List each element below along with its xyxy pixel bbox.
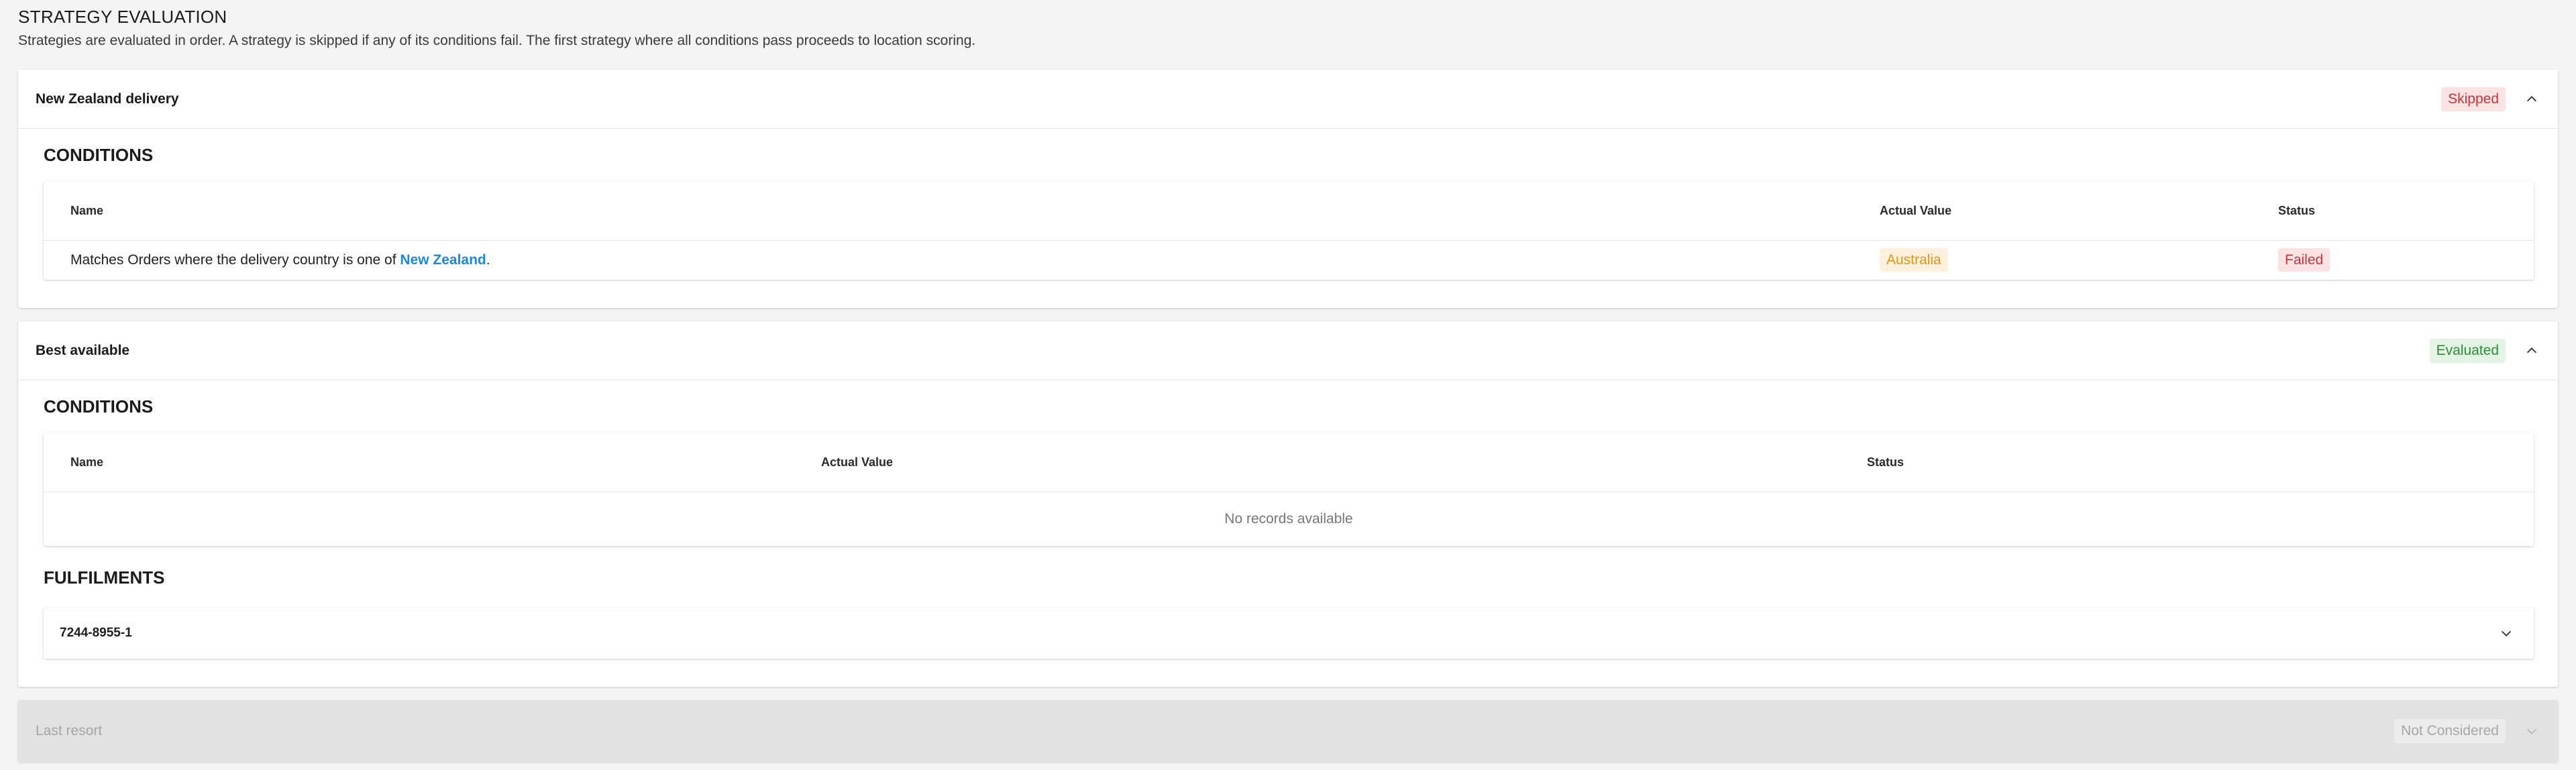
conditions-table: Name Actual Value Status Matches Orders … — [44, 181, 2534, 280]
conditions-table: Name Actual Value Status No records avai… — [44, 433, 2534, 546]
column-header-status: Status — [1867, 455, 1904, 469]
condition-text: Matches Orders where the delivery countr… — [70, 252, 400, 268]
chevron-down-icon[interactable] — [2498, 624, 2515, 642]
table-row: Matches Orders where the delivery countr… — [44, 241, 2534, 280]
condition-status-badge: Failed — [2278, 248, 2330, 272]
column-header-name: Name — [70, 455, 104, 469]
fulfilments-title: FULFILMENTS — [44, 567, 165, 588]
strategy-header[interactable]: Best available Evaluated — [18, 321, 2558, 380]
status-cell: Failed — [2278, 248, 2507, 272]
chevron-up-icon[interactable] — [2523, 342, 2540, 360]
strategy-header[interactable]: New Zealand delivery Skipped — [18, 70, 2558, 129]
status-badge: Evaluated — [2429, 338, 2506, 363]
page-title: STRATEGY EVALUATION — [18, 7, 227, 27]
conditions-title: CONDITIONS — [44, 145, 154, 165]
condition-name: Matches Orders where the delivery countr… — [70, 252, 1880, 268]
fulfilment-item[interactable]: 7244-8955-1 — [44, 608, 2534, 659]
actual-value-cell: Australia — [1880, 248, 2278, 272]
actual-value-badge: Australia — [1880, 248, 1948, 272]
column-header-status: Status — [2278, 203, 2316, 217]
strategy-body: CONDITIONS Name Actual Value Status No r… — [18, 380, 2558, 687]
table-header: Name Actual Value Status — [44, 433, 2534, 492]
table-header: Name Actual Value Status — [44, 181, 2534, 241]
condition-suffix: . — [486, 252, 490, 268]
strategy-header: Last resort Not Considered — [18, 700, 2558, 762]
strategy-name: Best available — [36, 342, 130, 358]
status-badge: Skipped — [2441, 87, 2506, 111]
page-description: Strategies are evaluated in order. A str… — [18, 33, 976, 48]
column-header-actual-value: Actual Value — [821, 455, 894, 469]
strategy-name: New Zealand delivery — [36, 91, 179, 107]
status-badge: Not Considered — [2394, 719, 2506, 743]
strategy-body: CONDITIONS Name Actual Value Status Matc… — [18, 129, 2558, 308]
chevron-up-icon[interactable] — [2523, 91, 2540, 108]
strategy-card-best-available: Best available Evaluated CONDITIONS Name… — [18, 321, 2558, 687]
strategy-evaluation-page: STRATEGY EVALUATION Strategies are evalu… — [0, 0, 2576, 762]
conditions-title: CONDITIONS — [44, 396, 154, 417]
column-header-name: Name — [70, 203, 104, 217]
strategy-card-new-zealand: New Zealand delivery Skipped CONDITIONS … — [18, 70, 2558, 308]
strategy-name: Last resort — [36, 723, 103, 738]
empty-state: No records available — [1224, 511, 1353, 527]
condition-link[interactable]: New Zealand — [400, 252, 486, 268]
strategy-card-last-resort: Last resort Not Considered — [18, 700, 2558, 762]
fulfilment-id: 7244-8955-1 — [60, 626, 132, 640]
column-header-actual-value: Actual Value — [1880, 203, 1952, 217]
chevron-down-icon — [2523, 722, 2540, 740]
